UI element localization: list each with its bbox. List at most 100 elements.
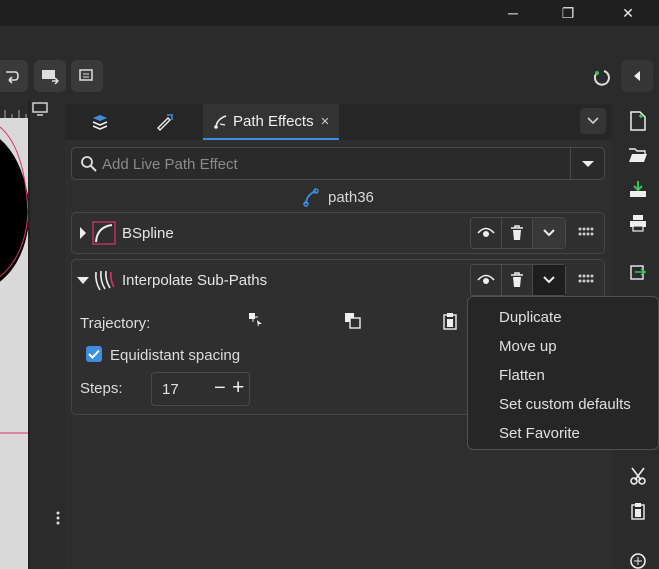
increment-button[interactable]: + xyxy=(232,376,244,400)
expand-triangle-icon[interactable] xyxy=(78,226,88,240)
monitor-icon xyxy=(32,102,48,116)
title-bar: ─ ❐ ✕ xyxy=(0,0,659,26)
delete-effect-button[interactable] xyxy=(502,218,533,248)
import-icon xyxy=(630,265,647,280)
restore-icon: ❐ xyxy=(561,4,575,21)
search-input[interactable]: Add Live Path Effect xyxy=(102,156,238,173)
commands-toolbar xyxy=(0,54,659,98)
menu-item-move-up[interactable]: Move up xyxy=(468,332,658,361)
eye-icon xyxy=(477,227,495,237)
effect-context-menu: Duplicate Move up Flatten Set custom def… xyxy=(467,296,659,450)
trash-icon xyxy=(511,225,523,240)
open-button[interactable] xyxy=(627,144,649,166)
print-button[interactable] xyxy=(627,212,649,234)
copy-path-button[interactable] xyxy=(344,312,362,330)
effect-item-bspline: BSpline xyxy=(71,212,605,254)
scissors-icon xyxy=(630,467,646,485)
new-document-icon xyxy=(630,111,646,131)
toggle-visibility-button[interactable] xyxy=(471,265,502,295)
panel-separator[interactable] xyxy=(28,100,30,569)
tabs-menu-button[interactable] xyxy=(580,108,606,134)
menu-item-duplicate[interactable]: Duplicate xyxy=(468,303,658,332)
search-icon xyxy=(81,156,97,172)
chevron-down-icon xyxy=(543,276,555,284)
chevron-left-icon xyxy=(634,71,640,81)
drag-handle-icon[interactable] xyxy=(578,227,594,237)
clipboard-icon xyxy=(631,503,645,520)
collapse-panel-button[interactable] xyxy=(621,60,653,92)
steps-spinbox[interactable]: 17 − + xyxy=(151,372,250,406)
decrement-button[interactable]: − xyxy=(214,377,226,400)
zoom-button[interactable] xyxy=(627,550,649,569)
trash-icon xyxy=(511,272,523,287)
tab-path-effects[interactable]: Path Effects × xyxy=(203,104,339,140)
current-path: path36 xyxy=(302,187,374,207)
path-command-button[interactable] xyxy=(0,60,28,92)
trajectory-label: Trajectory: xyxy=(80,315,151,332)
steps-label: Steps: xyxy=(80,380,123,397)
snap-icon xyxy=(593,70,610,86)
close-tab-icon[interactable]: × xyxy=(321,113,330,130)
path-name: path36 xyxy=(328,188,374,206)
drawing-canvas[interactable] xyxy=(0,118,28,569)
add-effect-search[interactable]: Add Live Path Effect xyxy=(71,147,605,180)
canvas-area xyxy=(0,100,60,569)
node-edit-icon xyxy=(249,313,262,327)
path-effects-icon xyxy=(214,115,227,129)
bspline-icon xyxy=(92,221,116,245)
toggle-visibility-button[interactable] xyxy=(471,218,502,248)
effect-name: BSpline xyxy=(122,225,174,242)
folder-open-icon xyxy=(629,148,647,162)
close-window-button[interactable]: ✕ xyxy=(605,0,651,26)
snap-toggle[interactable] xyxy=(590,66,612,88)
chevron-down-icon xyxy=(543,229,555,237)
cut-button[interactable] xyxy=(627,465,649,487)
stroke-to-path-button[interactable] xyxy=(71,60,103,92)
delete-effect-button[interactable] xyxy=(502,265,533,295)
menu-item-flatten[interactable]: Flatten xyxy=(468,361,658,390)
menu-item-set-custom-defaults[interactable]: Set custom defaults xyxy=(468,390,658,419)
effects-dropdown-button[interactable] xyxy=(570,148,604,179)
new-document-button[interactable] xyxy=(627,110,649,132)
minimize-button[interactable]: ─ xyxy=(490,0,536,26)
paste-path-button[interactable] xyxy=(442,312,460,330)
effect-header[interactable]: BSpline xyxy=(72,213,604,253)
restore-button[interactable]: ❐ xyxy=(545,0,591,26)
ruler xyxy=(0,100,28,118)
minimize-icon: ─ xyxy=(508,5,518,21)
equidistant-checkbox[interactable] xyxy=(86,346,102,362)
effect-header[interactable]: Interpolate Sub-Paths xyxy=(72,260,604,300)
effect-controls xyxy=(470,264,566,296)
checkmark-icon xyxy=(88,349,100,359)
object-to-path-button[interactable] xyxy=(34,60,66,92)
effect-name: Interpolate Sub-Paths xyxy=(122,272,268,289)
edit-on-canvas-button[interactable] xyxy=(248,312,266,330)
import-button[interactable] xyxy=(627,260,649,282)
layers-icon xyxy=(92,115,108,130)
object-to-path-icon xyxy=(42,70,60,85)
steps-input[interactable]: 17 xyxy=(162,381,179,398)
printer-icon xyxy=(630,215,646,232)
paste-button[interactable] xyxy=(627,500,649,522)
menu-item-set-favorite[interactable]: Set Favorite xyxy=(468,419,658,448)
dock-handle[interactable] xyxy=(56,510,60,526)
save-button[interactable] xyxy=(627,178,649,200)
equidistant-label[interactable]: Equidistant spacing xyxy=(110,347,240,364)
collapse-triangle-icon[interactable] xyxy=(76,276,90,286)
copy-icon xyxy=(345,313,361,329)
tab-layers[interactable] xyxy=(88,110,112,134)
display-mode-button[interactable] xyxy=(31,102,51,118)
tab-fill-stroke[interactable] xyxy=(152,110,176,134)
drag-handle-icon[interactable] xyxy=(578,274,594,284)
effect-menu-button[interactable] xyxy=(533,265,565,295)
effect-menu-button[interactable] xyxy=(533,218,565,248)
close-icon: ✕ xyxy=(622,4,634,21)
eye-icon xyxy=(477,274,495,284)
effect-controls xyxy=(470,217,566,249)
vertical-dots-icon xyxy=(56,511,60,525)
zoom-icon xyxy=(630,553,646,569)
stroke-to-path-icon xyxy=(79,69,93,81)
tab-label: Path Effects xyxy=(233,112,314,130)
fill-stroke-icon xyxy=(157,114,173,131)
drawn-shape xyxy=(0,126,28,434)
